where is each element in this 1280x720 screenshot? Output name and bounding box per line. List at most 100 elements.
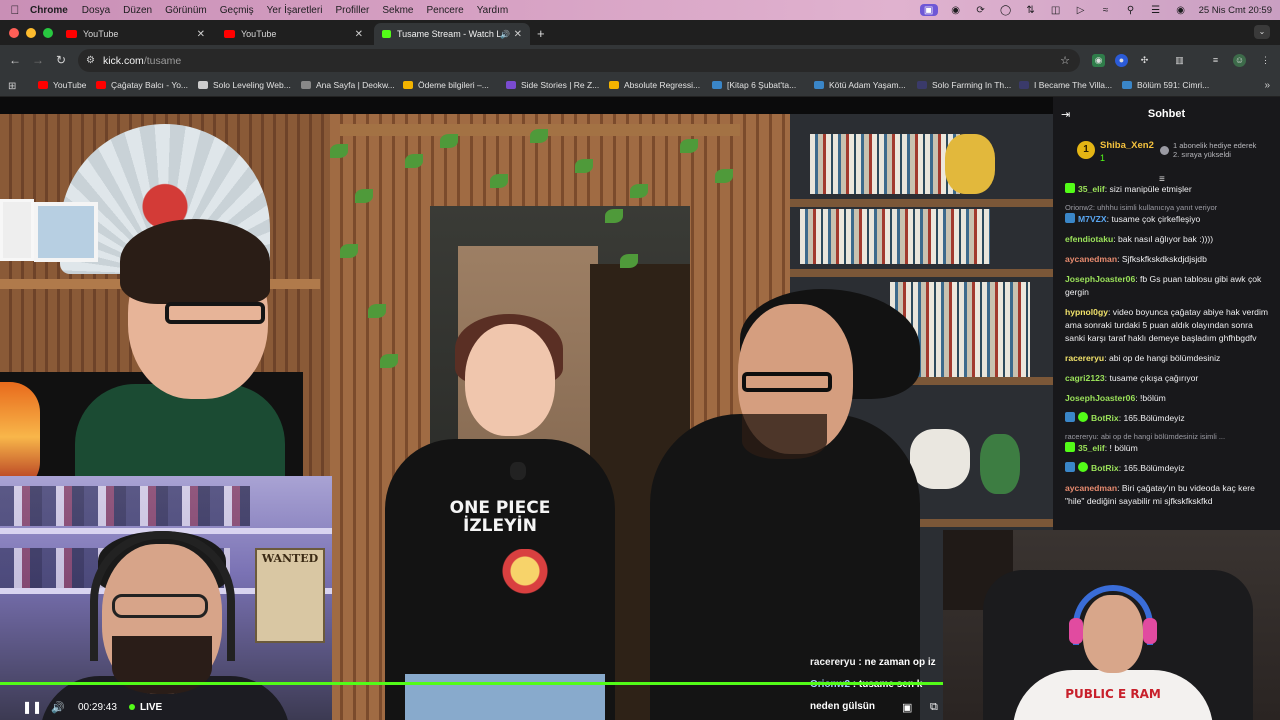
menu-file[interactable]: Dosya <box>82 5 110 16</box>
chat-username[interactable]: 35_elif <box>1078 443 1105 453</box>
chat-message[interactable]: M7VZX: tusame çok çirkefleşiyo <box>1065 213 1275 226</box>
chat-message[interactable]: aycanedman: Sjfkskfkskdkskdjdjsjdb <box>1065 253 1275 266</box>
tab-youtube-1[interactable]: YouTube ✕ <box>58 23 213 45</box>
live-progress-bar[interactable] <box>0 682 1053 685</box>
apple-menu-icon[interactable]:  <box>0 3 30 17</box>
forward-button[interactable]: → <box>31 53 45 67</box>
menu-bar-clock[interactable]: 25 Nis Cmt 20:59 <box>1199 5 1272 16</box>
extension-icon[interactable]: ● <box>1115 54 1128 67</box>
side-panel-icon[interactable]: ▥ <box>1173 54 1186 67</box>
menu-app-name[interactable]: Chrome <box>30 5 68 16</box>
chat-username[interactable]: aycanedman <box>1065 254 1117 264</box>
menu-bookmarks[interactable]: Yer İşaretleri <box>267 5 323 16</box>
bookmark-item[interactable]: Kötü Adam Yaşam... <box>814 80 906 90</box>
extensions-puzzle-icon[interactable]: ✣ <box>1138 54 1151 67</box>
apps-grid-icon[interactable]: ⊞ <box>8 81 16 92</box>
close-tab-icon[interactable]: ✕ <box>514 29 522 40</box>
bookmark-item[interactable]: Ana Sayfa | Deokw... <box>301 80 395 90</box>
video-player[interactable]: ONE PIECE İZLEYİN WANTED racereryu: ne … <box>0 114 1053 720</box>
bookmark-item[interactable]: Ödeme bilgileri –... <box>403 80 489 90</box>
microphone-icon <box>510 462 526 480</box>
menu-tab[interactable]: Sekme <box>382 5 413 16</box>
bookmark-star-icon[interactable]: ☆ <box>1060 54 1070 67</box>
chat-username[interactable]: BotRix <box>1091 413 1119 423</box>
chat-username[interactable]: BotRix <box>1091 463 1119 473</box>
menu-view[interactable]: Görünüm <box>165 5 207 16</box>
chat-username[interactable]: cagri2123 <box>1065 373 1105 383</box>
volume-icon[interactable]: 🔊 <box>51 701 65 714</box>
youtube-icon <box>224 30 235 38</box>
chat-message[interactable]: aycanedman: Biri çağatay'ın bu videoda k… <box>1065 482 1275 508</box>
extension-icon[interactable]: ◉ <box>1092 54 1105 67</box>
chat-username[interactable]: efendiotaku <box>1065 234 1113 244</box>
chat-message[interactable]: BotRix: 165.Bölümdeyiz <box>1065 412 1275 425</box>
chat-username[interactable]: JosephJoaster06 <box>1065 274 1135 284</box>
close-window-button[interactable] <box>9 28 19 38</box>
search-icon[interactable]: ⚲ <box>1124 4 1138 16</box>
bookmark-item[interactable]: [Kitap 6 Şubat'ta... <box>712 80 796 90</box>
bookmark-item[interactable]: I Became The Villa... <box>1019 80 1112 90</box>
record-icon[interactable]: ◉ <box>949 4 963 16</box>
menu-edit[interactable]: Düzen <box>123 5 152 16</box>
shield-icon[interactable]: ◯ <box>999 4 1013 16</box>
chat-message[interactable]: hypnol0gy: video boyunca çağatay abiye h… <box>1065 306 1275 345</box>
reload-button[interactable]: ↻ <box>54 53 68 67</box>
theater-mode-icon[interactable]: ▣ <box>902 701 912 714</box>
menu-window[interactable]: Pencere <box>426 5 463 16</box>
tab-kick-stream[interactable]: Tusame Stream - Watch L 🔊 ✕ <box>374 23 530 45</box>
play-icon[interactable]: ▷ <box>1074 4 1088 16</box>
chat-username[interactable]: 35_elif <box>1078 184 1105 194</box>
chat-message[interactable]: efendiotaku: bak nasıl ağlıyor bak :)))) <box>1065 233 1275 246</box>
reply-context[interactable]: racereryu: abi op de hangi bölümdesiniz … <box>1065 432 1275 441</box>
chat-message[interactable]: JosephJoaster06: fb Gs puan tablosu gibi… <box>1065 273 1275 299</box>
back-button[interactable]: ← <box>8 53 22 67</box>
bookmark-item[interactable]: Çağatay Balcı - Yo... <box>96 80 188 90</box>
maximize-window-button[interactable] <box>43 28 53 38</box>
chat-message[interactable]: racereryu: abi op de hangi bölümdesiniz <box>1065 352 1275 365</box>
close-tab-icon[interactable]: ✕ <box>197 29 205 40</box>
menu-history[interactable]: Geçmiş <box>220 5 254 16</box>
bookmark-item[interactable]: Solo Leveling Web... <box>198 80 291 90</box>
chat-username[interactable]: racereryu <box>1065 353 1104 363</box>
chat-message[interactable]: 35_elif: ! bölüm <box>1065 442 1275 455</box>
chat-username[interactable]: aycanedman <box>1065 483 1117 493</box>
chrome-menu-icon[interactable]: ⋮ <box>1259 54 1272 67</box>
reply-context[interactable]: Orionw2: uhhhu isimli kullanıcıya yanıt … <box>1065 203 1275 212</box>
address-bar[interactable]: ⚙ kick.com/tusame ☆ <box>78 49 1080 72</box>
menu-profiles[interactable]: Profiller <box>335 5 369 16</box>
display-icon[interactable]: ◫ <box>1049 4 1063 16</box>
gift-leaderboard[interactable]: 1 Shiba_Xen2 1 1 abonelik hediye ederek … <box>1073 137 1273 177</box>
minimize-window-button[interactable] <box>26 28 36 38</box>
wifi-icon[interactable]: ≈ <box>1099 4 1113 16</box>
bookmark-item[interactable]: Absolute Regressi... <box>609 80 700 90</box>
live-indicator[interactable]: LIVE <box>129 702 162 713</box>
media-control-icon[interactable]: ≡ <box>1209 54 1222 67</box>
bookmark-item[interactable]: YouTube <box>38 80 86 90</box>
chat-message[interactable]: BotRix: 165.Bölümdeyiz <box>1065 462 1275 475</box>
bookmark-item[interactable]: Side Stories | Re Z... <box>506 80 599 90</box>
sync-icon[interactable]: ⟳ <box>974 4 988 16</box>
tab-search-button[interactable]: ⌄ <box>1254 25 1270 39</box>
screen-share-icon[interactable]: ▣ <box>919 4 938 16</box>
speaker-icon[interactable]: 🔊 <box>500 30 510 39</box>
chat-username[interactable]: hypnol0gy <box>1065 307 1108 317</box>
new-tab-button[interactable]: + <box>537 26 545 41</box>
bookmark-item[interactable]: Solo Farming In Th... <box>917 80 1011 90</box>
chat-username[interactable]: M7VZX <box>1078 214 1107 224</box>
picture-in-picture-icon[interactable]: ⧉ <box>930 701 938 714</box>
menu-help[interactable]: Yardım <box>477 5 509 16</box>
chat-message[interactable]: 35_elif: sizi manipüle etmişler <box>1065 183 1275 196</box>
chat-username[interactable]: JosephJoaster06 <box>1065 393 1135 403</box>
control-center-icon[interactable]: ☰ <box>1149 4 1163 16</box>
close-tab-icon[interactable]: ✕ <box>355 29 363 40</box>
profile-avatar[interactable]: ☺ <box>1233 54 1246 67</box>
pause-icon[interactable]: ❚❚ <box>22 700 42 714</box>
bookmarks-overflow-icon[interactable]: » <box>1264 80 1270 91</box>
bookmark-item[interactable]: Bölüm 591: Cimri... <box>1122 80 1209 90</box>
chat-message[interactable]: cagri2123: tusame çıkışa çağırıyor <box>1065 372 1275 385</box>
tab-youtube-2[interactable]: YouTube ✕ <box>216 23 371 45</box>
site-info-icon[interactable]: ⚙ <box>86 55 95 66</box>
user-icon[interactable]: ◉ <box>1174 4 1188 16</box>
stats-icon[interactable]: ⇅ <box>1024 4 1038 16</box>
chat-message[interactable]: JosephJoaster06: !bölüm <box>1065 392 1275 405</box>
